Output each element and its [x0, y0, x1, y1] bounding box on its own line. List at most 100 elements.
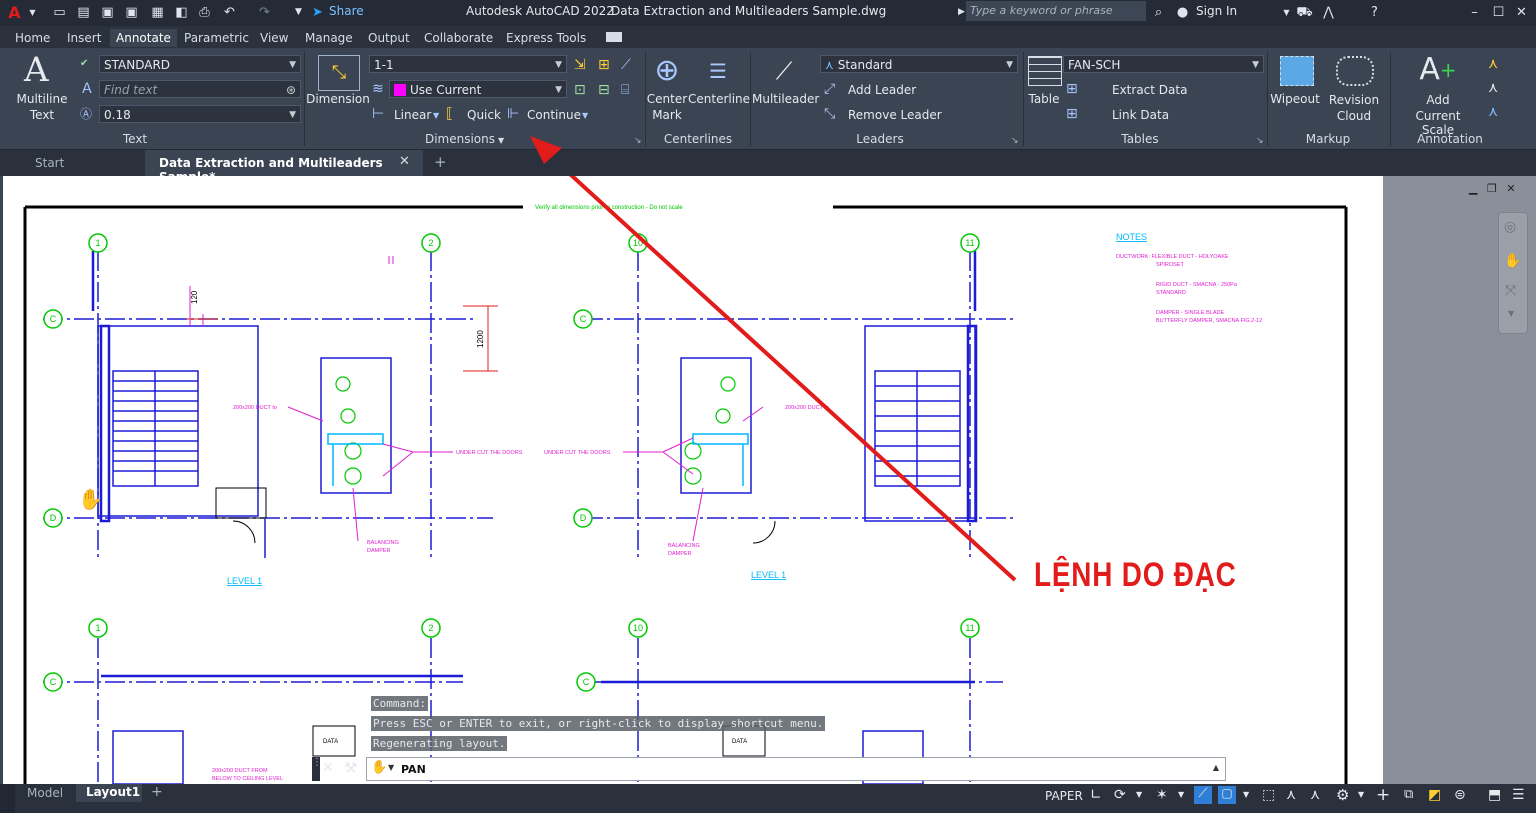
quick-dim-icon[interactable]: ⟦ — [446, 106, 453, 122]
dimension-button-label[interactable]: Dimension — [306, 92, 370, 106]
new-tab-icon[interactable]: + — [434, 153, 447, 171]
redo-icon[interactable]: ↷ — [256, 4, 273, 21]
close-icon[interactable]: ✕ — [1513, 4, 1530, 21]
share-icon[interactable]: ➤ — [309, 4, 326, 21]
wipeout-icon[interactable] — [1280, 56, 1314, 86]
command-customize-icon[interactable]: ⚒ — [344, 759, 357, 777]
cart-icon[interactable]: ⛟ — [1296, 4, 1313, 21]
mleader-style-dropdown[interactable]: ⋏ Standard ▼ — [820, 55, 1018, 73]
linear-icon[interactable]: ⊢ — [372, 106, 384, 122]
print-icon[interactable]: ⎙ — [196, 4, 213, 21]
scale-delete-icon[interactable]: ⋏ — [1488, 80, 1498, 96]
osnap-chevron-icon[interactable]: ▼ — [1178, 790, 1184, 799]
remove-leader-icon[interactable]: ⤡ — [824, 106, 835, 122]
navigation-bar[interactable]: ◎ ✋ ⤧ ▼ — [1498, 212, 1528, 334]
center-mark-label-2[interactable]: Mark — [646, 108, 688, 122]
viewport-minimize-icon[interactable]: ▁ — [1469, 182, 1477, 195]
scale-sync-icon[interactable]: ⋏ — [1488, 104, 1498, 120]
annotation-monitor-icon[interactable]: + — [1376, 785, 1390, 805]
osnap-icon[interactable]: ✶ — [1156, 787, 1168, 803]
app-menu-chevron-icon[interactable]: ▼ — [24, 4, 41, 21]
linear-button[interactable]: Linear — [394, 108, 431, 122]
center-mark-icon[interactable]: ⊕ — [650, 54, 684, 88]
dim-style-dropdown[interactable]: 1-1 ▼ — [369, 55, 567, 73]
command-line-handle[interactable]: ⋮ — [312, 757, 322, 781]
add-leader-icon[interactable]: ⤢ — [824, 81, 835, 97]
find-icon[interactable]: ⊛ — [286, 81, 296, 99]
tables-launcher-icon[interactable]: ↘ — [1256, 133, 1264, 149]
ribbon-toggle-icon[interactable] — [606, 32, 622, 42]
undo-icon[interactable]: ↶ — [221, 4, 238, 21]
nav-chevron-icon[interactable]: ▼ — [1508, 309, 1514, 318]
paper-space-button[interactable]: PAPER — [1045, 789, 1083, 803]
tab-insert[interactable]: Insert — [61, 29, 107, 47]
centerlines-panel-title[interactable]: Centerlines — [652, 130, 744, 148]
dimensions-panel-title[interactable]: Dimensions — [420, 130, 500, 148]
clean-screen-icon[interactable]: ⬒ — [1488, 787, 1501, 803]
table-style-dropdown[interactable]: FAN-SCH ▼ — [1063, 55, 1264, 73]
dim-layer-dropdown[interactable]: Use Current ▼ — [389, 80, 567, 98]
customization-icon[interactable]: ☰ — [1512, 787, 1525, 803]
tab-start[interactable]: Start — [35, 156, 64, 170]
text-panel-title[interactable]: Text — [110, 130, 160, 148]
multiline-text-icon[interactable]: A — [24, 52, 49, 88]
leaders-panel-title[interactable]: Leaders — [840, 130, 920, 148]
text-height-dropdown[interactable]: 0.18 ▼ — [99, 105, 301, 123]
link-data-button[interactable]: Link Data — [1112, 108, 1169, 122]
dim-update-icon[interactable]: ⊡ — [574, 82, 586, 98]
annotation-visibility-icon[interactable]: ⋏ — [1286, 787, 1296, 803]
autodesk-account-icon[interactable]: ⋀ — [1320, 4, 1337, 21]
signin-chevron-icon[interactable]: ▼ — [1278, 4, 1295, 21]
units-icon[interactable]: ⧉ — [1404, 787, 1413, 802]
dim-break-icon[interactable]: ⟋ — [621, 57, 631, 73]
zoom-extents-icon[interactable]: ⤧ — [1505, 283, 1516, 299]
multiline-text-label-1[interactable]: Multiline — [14, 92, 70, 106]
steering-wheel-icon[interactable]: ◎ — [1504, 219, 1516, 235]
dim-inspect-icon[interactable]: ⌸ — [621, 82, 629, 98]
wipeout-label[interactable]: Wipeout — [1268, 92, 1322, 106]
tab-manage[interactable]: Manage — [299, 29, 359, 47]
save-as-icon[interactable]: ▣ — [123, 4, 140, 21]
viewport-restore-icon[interactable]: ❐ — [1487, 182, 1497, 195]
add-leader-button[interactable]: Add Leader — [848, 83, 916, 97]
tables-panel-title[interactable]: Tables — [1110, 130, 1170, 148]
new-icon[interactable]: ▭ — [51, 4, 68, 21]
open-icon[interactable]: ▤ — [75, 4, 92, 21]
revision-cloud-icon[interactable] — [1336, 56, 1374, 86]
tab-output[interactable]: Output — [362, 29, 416, 47]
multileader-icon[interactable]: ⟋ — [764, 54, 804, 88]
leaders-launcher-icon[interactable]: ↘ — [1011, 133, 1019, 149]
help-icon[interactable]: ? — [1366, 4, 1383, 21]
tab-parametric[interactable]: Parametric — [178, 29, 255, 47]
dim-space-icon[interactable]: ⊟ — [598, 82, 610, 98]
table-icon[interactable] — [1028, 56, 1062, 86]
plot-icon[interactable]: ▦ — [149, 4, 166, 21]
tab-model[interactable]: Model — [27, 786, 63, 800]
add-scale-icon[interactable]: A+ — [1418, 52, 1458, 88]
command-chevron-icon[interactable]: ▼ — [388, 763, 394, 772]
centerline-icon[interactable]: ☰ — [698, 58, 738, 84]
find-text-input[interactable]: Find text ⊛ — [99, 80, 301, 98]
customize-icon[interactable]: ▼ — [290, 4, 307, 21]
extract-data-button[interactable]: Extract Data — [1112, 83, 1187, 97]
dim-settings-launcher-icon[interactable]: ↘ — [634, 133, 642, 149]
centerline-label[interactable]: Centerline — [688, 92, 750, 106]
workspace-chevron-icon[interactable]: ▼ — [1358, 790, 1364, 799]
pan-icon[interactable]: ✋ — [1504, 253, 1521, 269]
text-style-dropdown[interactable]: STANDARD ▼ — [99, 55, 301, 73]
save-icon[interactable]: ▣ — [99, 4, 116, 21]
auto-scale-icon[interactable]: ⋏ — [1310, 787, 1320, 803]
graphics-performance-icon[interactable]: ⊜ — [1454, 787, 1466, 803]
revision-cloud-label-2[interactable]: Cloud — [1326, 109, 1382, 123]
quick-properties-icon[interactable]: ◩ — [1428, 787, 1441, 803]
dim-tool-icon[interactable]: ⇲ — [574, 57, 586, 73]
multiline-text-label-2[interactable]: Text — [14, 108, 70, 122]
scale-add-icon[interactable]: ⋏ — [1488, 56, 1498, 72]
add-scale-label-1[interactable]: Add — [1406, 93, 1470, 107]
web-icon[interactable]: ◧ — [173, 4, 190, 21]
snap-icon[interactable]: ∟ — [1090, 787, 1102, 803]
spell-check-icon[interactable]: ✔ — [80, 56, 88, 72]
tab-layout1[interactable]: Layout1 — [76, 784, 142, 802]
sign-in-button[interactable]: Sign In — [1196, 4, 1237, 18]
command-input[interactable]: ✋ ▼ PAN ▲ — [366, 757, 1226, 781]
